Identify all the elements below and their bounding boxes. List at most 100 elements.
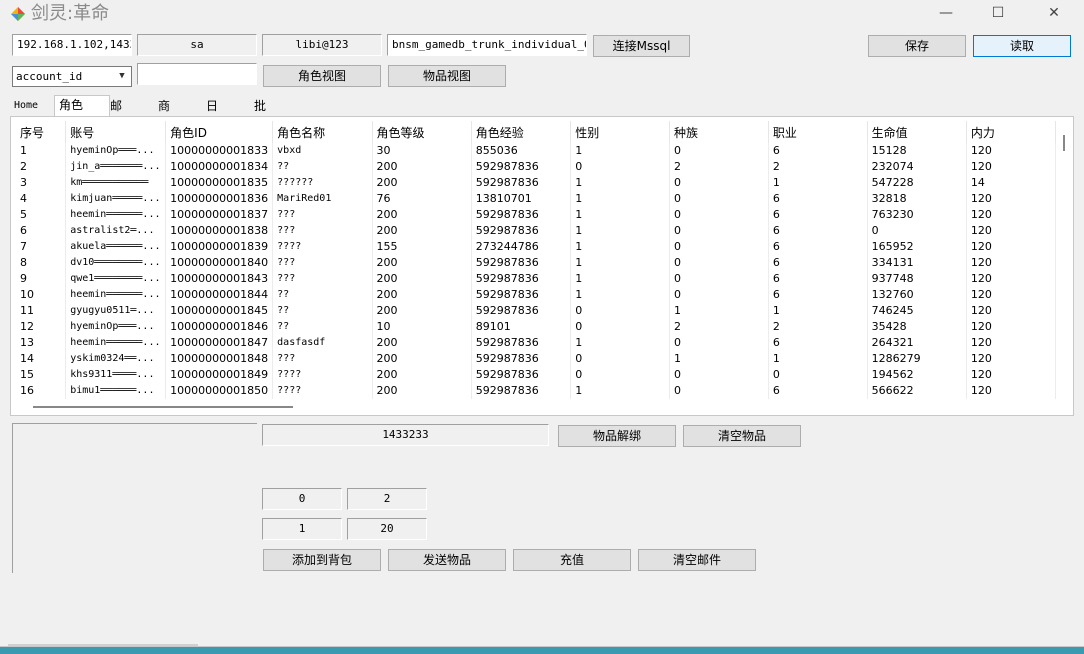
tab-home[interactable]: Home [10, 97, 42, 115]
table-cell: 1 [570, 143, 671, 159]
table-cell: 155 [372, 239, 472, 255]
item-param-d-input[interactable]: 20 [347, 518, 427, 540]
table-cell: 4 [16, 191, 67, 207]
table-cell: 2 [669, 159, 769, 175]
tab-mail[interactable]: 邮件 [106, 97, 126, 131]
column-header[interactable]: 角色ID [165, 121, 274, 143]
table-row[interactable]: 12 hyeminOp═══... 10000000001846?? 10 89101 0… [16, 319, 1056, 335]
table-row[interactable]: 9 qwe1════════... 10000000001843??? 200 5929… [16, 271, 1056, 287]
search-input[interactable] [137, 63, 257, 85]
host-input[interactable]: 192.168.1.102,1433 [12, 34, 132, 56]
table-cell: 6 [768, 207, 868, 223]
table-row[interactable]: 14 yskim0324══... 10000000001848??? 200 5929… [16, 351, 1056, 367]
column-header[interactable]: 角色等级 [372, 121, 472, 143]
field-select[interactable]: account_id ▼ [12, 66, 132, 87]
password-input[interactable]: libi@123 [262, 34, 382, 56]
table-cell: hyeminOp═══... [65, 319, 167, 335]
table-cell: 0 [570, 367, 671, 383]
table-cell: ??? [272, 207, 373, 223]
column-header[interactable]: 账号 [65, 121, 167, 143]
table-cell: 1 [570, 335, 671, 351]
window-title: 剑灵:革命 [31, 3, 110, 24]
table-cell: 592987836 [471, 335, 572, 351]
table-cell: 592987836 [471, 303, 572, 319]
table-cell: 120 [966, 159, 1056, 175]
table-cell: 10000000001833 [165, 143, 274, 159]
column-header[interactable]: 性别 [570, 121, 671, 143]
table-row[interactable]: 11 gyugyu0511═... 10000000001845?? 200 59298… [16, 303, 1056, 319]
tab-roles[interactable]: 角色 [54, 95, 110, 117]
table-cell: 200 [372, 223, 472, 239]
table-cell: 200 [372, 271, 472, 287]
table-cell: ??? [272, 255, 373, 271]
table-cell: 1 [570, 287, 671, 303]
table-row[interactable]: 4 kimjuan═════... 10000000001836 MariRed01 7… [16, 191, 1056, 207]
table-cell: 264321 [867, 335, 967, 351]
table-cell: 10000000001839 [165, 239, 274, 255]
column-header[interactable]: 种族 [669, 121, 769, 143]
table-row[interactable]: 7 akuela══════... 10000000001839???? 155 273… [16, 239, 1056, 255]
column-header[interactable]: 角色经验 [471, 121, 572, 143]
table-cell: 6 [768, 335, 868, 351]
item-param-a-input[interactable]: 0 [262, 488, 342, 510]
tab-log[interactable]: 日志 [202, 97, 222, 131]
table-cell: 6 [768, 287, 868, 303]
table-row[interactable]: 6 astralist2═... 10000000001838??? 200 59298… [16, 223, 1056, 239]
table-row[interactable]: 5 heemin══════... 10000000001837??? 200 5929… [16, 207, 1056, 223]
send-item-button[interactable]: 发送物品 [388, 549, 506, 571]
read-button[interactable]: 读取 [973, 35, 1071, 57]
table-row[interactable]: 10 heemin══════... 10000000001844?? 200 5929… [16, 287, 1056, 303]
clear-items-button[interactable]: 清空物品 [683, 425, 801, 447]
table-cell: 0 [669, 175, 769, 191]
table-cell: 120 [966, 143, 1056, 159]
database-input[interactable]: bnsm_gamedb_trunk_individual_02 [387, 34, 587, 56]
column-header[interactable]: 角色名称 [272, 121, 373, 143]
table-row[interactable]: 3 km═══════════ 10000000001835?????? 200 592… [16, 175, 1056, 191]
recharge-button[interactable]: 充值 [513, 549, 631, 571]
table-row[interactable]: 8 dv10════════... 10000000001840??? 200 5929… [16, 255, 1056, 271]
table-cell: 855036 [471, 143, 572, 159]
add-to-bag-button[interactable]: 添加到背包 [263, 549, 381, 571]
table-row[interactable]: 16 bimu1══════... 10000000001850???? 200 592… [16, 383, 1056, 399]
minimize-button[interactable]: — [920, 0, 972, 28]
user-input[interactable]: sa [137, 34, 257, 56]
log-output-box[interactable] [12, 423, 257, 573]
connect-mssql-button[interactable]: 连接Mssql [593, 35, 690, 57]
table-cell: qwe1════════... [65, 271, 167, 287]
table-cell: 1 [768, 351, 868, 367]
tab-batch-unpack[interactable]: 批量解包 [250, 97, 270, 167]
item-param-c-input[interactable]: 1 [262, 518, 342, 540]
table-row[interactable]: 2 jin_a═══════... 10000000001834?? 200 59298… [16, 159, 1056, 175]
table-row[interactable]: 1 hyeminOp═══... 10000000001833 vbxd 30 85503… [16, 143, 1056, 159]
save-button[interactable]: 保存 [868, 35, 966, 57]
item-param-b-input[interactable]: 2 [347, 488, 427, 510]
role-view-button[interactable]: 角色视图 [263, 65, 381, 87]
table-cell: 10000000001837 [165, 207, 274, 223]
unbind-item-button[interactable]: 物品解绑 [558, 425, 676, 447]
vertical-scrollbar[interactable] [1063, 135, 1065, 151]
horizontal-scrollbar[interactable] [33, 406, 293, 408]
table-cell: 200 [372, 351, 472, 367]
column-header[interactable]: 内力 [966, 121, 1056, 143]
item-id-input[interactable]: 1433233 [262, 424, 549, 446]
table-cell: 200 [372, 255, 472, 271]
table-cell: 6 [768, 255, 868, 271]
table-row[interactable]: 15 khs9311════... 10000000001849???? 200 592… [16, 367, 1056, 383]
table-cell: 6 [768, 271, 868, 287]
close-button[interactable]: ✕ [1028, 0, 1080, 28]
table-cell: 1 [570, 191, 671, 207]
table-cell: 14 [16, 351, 67, 367]
tab-shop[interactable]: 商城 [154, 97, 174, 131]
column-header[interactable]: 序号 [16, 121, 67, 143]
column-header[interactable]: 生命值 [867, 121, 967, 143]
table-row[interactable]: 13 heemin══════... 10000000001847 dasfasdf 2… [16, 335, 1056, 351]
table-cell: 30 [372, 143, 472, 159]
item-view-button[interactable]: 物品视图 [388, 65, 506, 87]
clear-mail-button[interactable]: 清空邮件 [638, 549, 756, 571]
table-cell: 10000000001836 [165, 191, 274, 207]
table-cell: 592987836 [471, 383, 572, 399]
maximize-button[interactable]: ☐ [972, 0, 1024, 28]
table-cell: 200 [372, 207, 472, 223]
table-cell: 194562 [867, 367, 967, 383]
column-header[interactable]: 职业 [768, 121, 868, 143]
